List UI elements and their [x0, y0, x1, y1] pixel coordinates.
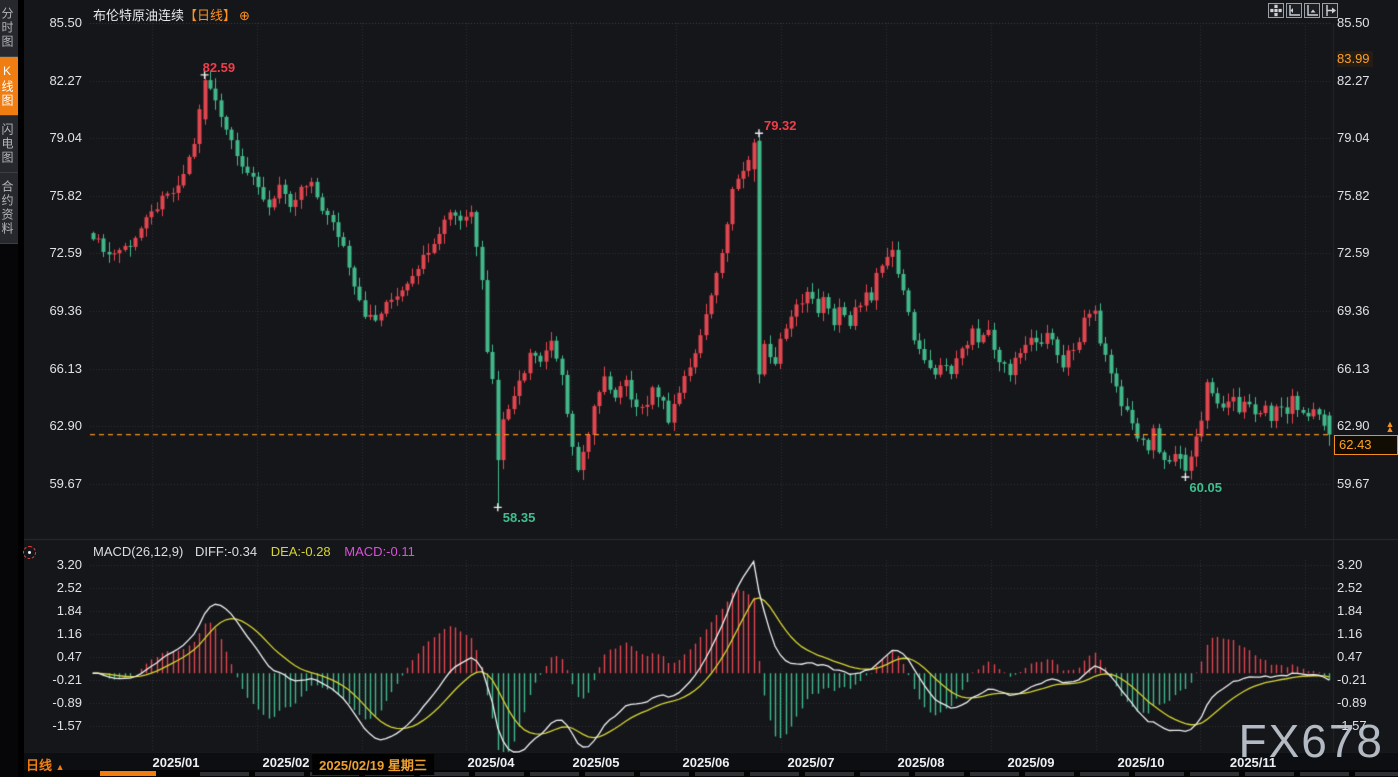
scroll-to-latest-icon[interactable]: ▲▲ [1384, 422, 1396, 432]
scrollbar-segment [530, 772, 579, 776]
y-axis-label: 69.36 [24, 303, 82, 318]
y-axis-label-right: 75.82 [1337, 188, 1370, 203]
scrollbar-segment [695, 772, 744, 776]
macd-y-axis-label-right: 1.84 [1337, 603, 1362, 618]
y-axis-label: 75.82 [24, 188, 82, 203]
circle-plus-icon[interactable]: ⊕ [239, 8, 250, 23]
chart-title-row: 布伦特原油连续【日线】⊕ [93, 5, 250, 24]
y-axis-label: 72.59 [24, 245, 82, 260]
sidebar-item-contract-info[interactable]: 合约资料 [0, 173, 18, 244]
y-axis-label: 79.04 [24, 130, 82, 145]
scrollbar-segment [475, 772, 524, 776]
scrollbar-segment [200, 772, 249, 776]
price-annotation: 60.05 [1189, 480, 1222, 495]
macd-readout-row: MACD(26,12,9) DIFF:-0.34 DEA:-0.28 MACD:… [93, 544, 415, 559]
chart-toolbar [1268, 3, 1338, 18]
y-axis-label-right: 85.50 [1337, 15, 1370, 30]
scrollbar-segment [255, 772, 304, 776]
y-axis-label: 82.27 [24, 73, 82, 88]
scrollbar-segment [1300, 772, 1349, 776]
price-annotation: 82.59 [203, 60, 236, 75]
y-axis-label: 85.50 [24, 15, 82, 30]
x-axis-label: 2025/04 [468, 755, 515, 770]
macd-macd-value: MACD:-0.11 [344, 544, 415, 559]
chart-type-sidebar: 分时图 K线图 闪电图 合约资料 [0, 0, 18, 777]
chevron-up-icon: ▲ [56, 762, 65, 772]
pan-mode-icon[interactable] [1268, 3, 1284, 18]
macd-y-axis-label: -0.21 [24, 672, 82, 687]
app-window: 分时图 K线图 闪电图 合约资料 布伦特原油连续【日线】⊕ MACD(26,12… [0, 0, 1398, 777]
y-axis-label: 66.13 [24, 361, 82, 376]
chart-area: 布伦特原油连续【日线】⊕ MACD(26,12,9) DIFF:-0.34 DE… [24, 0, 1398, 777]
y-axis-label: 59.67 [24, 476, 82, 491]
sidebar-item-kline-chart[interactable]: K线图 [0, 57, 18, 116]
scrollbar-segment [640, 772, 689, 776]
scrollbar-segment [1080, 772, 1129, 776]
macd-y-axis-label-right: 1.16 [1337, 626, 1362, 641]
x-axis-label: 2025/07 [788, 755, 835, 770]
indicator-settings-icon[interactable] [23, 546, 36, 559]
macd-y-axis-label: 2.52 [24, 580, 82, 595]
scrollbar-segment [805, 772, 854, 776]
macd-y-axis-label: -1.57 [24, 718, 82, 733]
y-axis-label-right: 79.04 [1337, 130, 1370, 145]
y-axis-label-right: 62.90 [1337, 418, 1370, 433]
reset-scale-icon[interactable] [1322, 3, 1338, 18]
y-axis-label: 62.90 [24, 418, 82, 433]
macd-dea-value: DEA:-0.28 [271, 544, 331, 559]
y-axis-label-right: 59.67 [1337, 476, 1370, 491]
highlighted-date-label: 2025/02/19 星期三 [312, 754, 434, 775]
price-annotation: 79.32 [764, 118, 797, 133]
scrollbar-segment [970, 772, 1019, 776]
scrollbar-segment [1190, 772, 1239, 776]
fx678-watermark: FX678 [1238, 714, 1384, 768]
timeframe-selector[interactable]: 日线 ▲ [26, 755, 65, 774]
macd-diff-value: DIFF:-0.34 [195, 544, 257, 559]
macd-y-axis-label: -0.89 [24, 695, 82, 710]
macd-y-axis-label: 3.20 [24, 557, 82, 572]
scrollbar-segment [1135, 772, 1184, 776]
scrollbar-segment [750, 772, 799, 776]
sidebar-item-time-chart[interactable]: 分时图 [0, 0, 18, 57]
right-axis-price-marker: 83.99 [1337, 51, 1373, 67]
scrollbar-thumb[interactable] [100, 771, 156, 776]
x-axis-label: 2025/05 [573, 755, 620, 770]
instrument-title: 布伦特原油连续 [93, 8, 184, 23]
x-axis-scale-icon[interactable] [1304, 3, 1320, 18]
scrollbar-segment [915, 772, 964, 776]
macd-params-label: MACD(26,12,9) [93, 544, 183, 559]
price-annotation: 58.35 [503, 510, 536, 525]
y-axis-label-right: 69.36 [1337, 303, 1370, 318]
macd-y-axis-label-right: -0.21 [1337, 672, 1367, 687]
macd-y-axis-label-right: 3.20 [1337, 557, 1362, 572]
scrollbar-segment [585, 772, 634, 776]
scrollbar-segment [860, 772, 909, 776]
x-axis-label: 2025/10 [1118, 755, 1165, 770]
scrollbar-segment [1245, 772, 1294, 776]
period-tag: 【日线】 [184, 8, 236, 23]
macd-y-axis-label: 1.16 [24, 626, 82, 641]
last-price-box: 62.43 [1334, 435, 1398, 455]
y-axis-label-right: 66.13 [1337, 361, 1370, 376]
x-axis-label: 2025/01 [153, 755, 200, 770]
macd-y-axis-label-right: 0.47 [1337, 649, 1362, 664]
sidebar-item-lightning-chart[interactable]: 闪电图 [0, 116, 18, 173]
scrollbar-segment [1355, 772, 1398, 776]
macd-y-axis-label: 1.84 [24, 603, 82, 618]
x-axis-label: 2025/09 [1008, 755, 1055, 770]
y-axis-label-right: 82.27 [1337, 73, 1370, 88]
y-axis-scale-icon[interactable] [1286, 3, 1302, 18]
macd-y-axis-label-right: -0.89 [1337, 695, 1367, 710]
macd-y-axis-label-right: 2.52 [1337, 580, 1362, 595]
x-axis-label: 2025/08 [898, 755, 945, 770]
candlestick-macd-canvas[interactable] [24, 0, 1398, 777]
scrollbar-segment [1025, 772, 1074, 776]
y-axis-label-right: 72.59 [1337, 245, 1370, 260]
macd-y-axis-label: 0.47 [24, 649, 82, 664]
x-axis-label: 2025/06 [683, 755, 730, 770]
x-axis-label: 2025/02 [263, 755, 310, 770]
